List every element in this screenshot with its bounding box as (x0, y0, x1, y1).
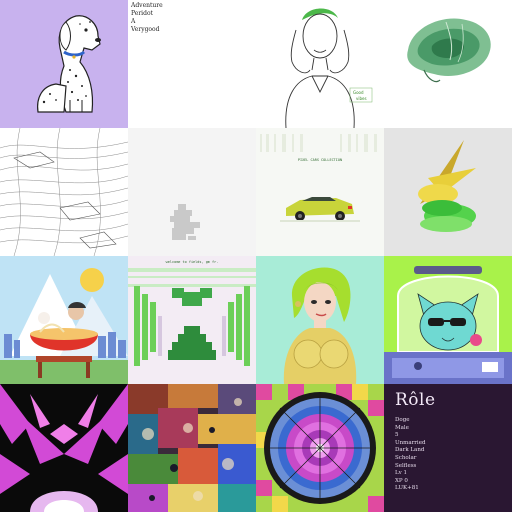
tile-topographic[interactable] (0, 128, 128, 256)
green-hair-girl-image (256, 256, 384, 384)
role-attribute: Selfless (395, 462, 417, 469)
tile-geometric-shapes[interactable] (384, 128, 512, 256)
dalmatian-image (0, 0, 128, 128)
pink-kaleidoscope-image (0, 384, 128, 512)
tile-psychedelic-mandala[interactable] (256, 384, 384, 512)
dense-collage-image (128, 384, 256, 512)
tile-green-hair-girl[interactable] (256, 256, 384, 384)
role-attribute: LUK+81 (395, 485, 419, 492)
green-blob-image (384, 0, 512, 128)
text-art-line: Peridot (131, 10, 153, 17)
pixel-car-image (256, 128, 384, 256)
text-art-line: Adventure (131, 2, 163, 9)
psychedelic-mandala-image (256, 384, 384, 512)
tile-ramen-landscape[interactable] (0, 256, 128, 384)
role-attribute: Unmarried (395, 439, 426, 446)
tile-pink-kaleidoscope[interactable] (0, 384, 128, 512)
role-attribute: Male (395, 424, 409, 431)
role-attribute: XP 0 (395, 477, 408, 484)
sketch-person-image (256, 0, 384, 128)
pixel-car-caption: PIXEL CARS COLLECTION (297, 158, 343, 162)
role-attribute: 5 (395, 432, 399, 439)
tile-pixel-car[interactable]: PIXEL CARS COLLECTION (256, 128, 384, 256)
tile-cat-in-jar[interactable] (384, 256, 512, 384)
text-art-lines: Adventure Peridot A Verygood (131, 2, 163, 34)
geometric-shapes-image (384, 128, 512, 256)
role-attribute: Dark Land (395, 447, 425, 454)
topographic-image (0, 128, 128, 256)
green-pixel-caption: welcome to fields, gm fr. (165, 260, 219, 264)
role-attribute: Scholar (395, 454, 417, 461)
tile-sketch-person[interactable]: Good vibes (256, 0, 384, 128)
tile-pixel-blocks[interactable] (128, 128, 256, 256)
nft-gallery-grid: Adventure Peridot A Verygood Good vibes (0, 0, 512, 512)
role-title: Rôle (395, 390, 436, 410)
role-attributes: Doge Male 5 Unmarried Dark Land Scholar … (395, 417, 425, 493)
pixel-blocks-image (128, 128, 256, 256)
ramen-landscape-image (0, 256, 128, 384)
tile-role-card[interactable]: Rôle Doge Male 5 Unmarried Dark Land Sch… (384, 384, 512, 512)
tile-text-art[interactable]: Adventure Peridot A Verygood (128, 0, 256, 128)
tile-dalmatian[interactable] (0, 0, 128, 128)
green-pixel-image (128, 256, 256, 384)
tile-green-pixel[interactable]: welcome to fields, gm fr. (128, 256, 256, 384)
scribble-text: Good (353, 90, 364, 95)
text-art-line: Verygood (131, 26, 160, 33)
cat-in-jar-image (384, 256, 512, 384)
tile-green-blob[interactable] (384, 0, 512, 128)
text-art-line: A (131, 18, 136, 25)
role-attribute: Doge (395, 417, 410, 423)
role-attribute: Lv 1 (395, 470, 408, 477)
tile-dense-collage[interactable] (128, 384, 256, 512)
scribble-text: vibes (356, 96, 367, 101)
